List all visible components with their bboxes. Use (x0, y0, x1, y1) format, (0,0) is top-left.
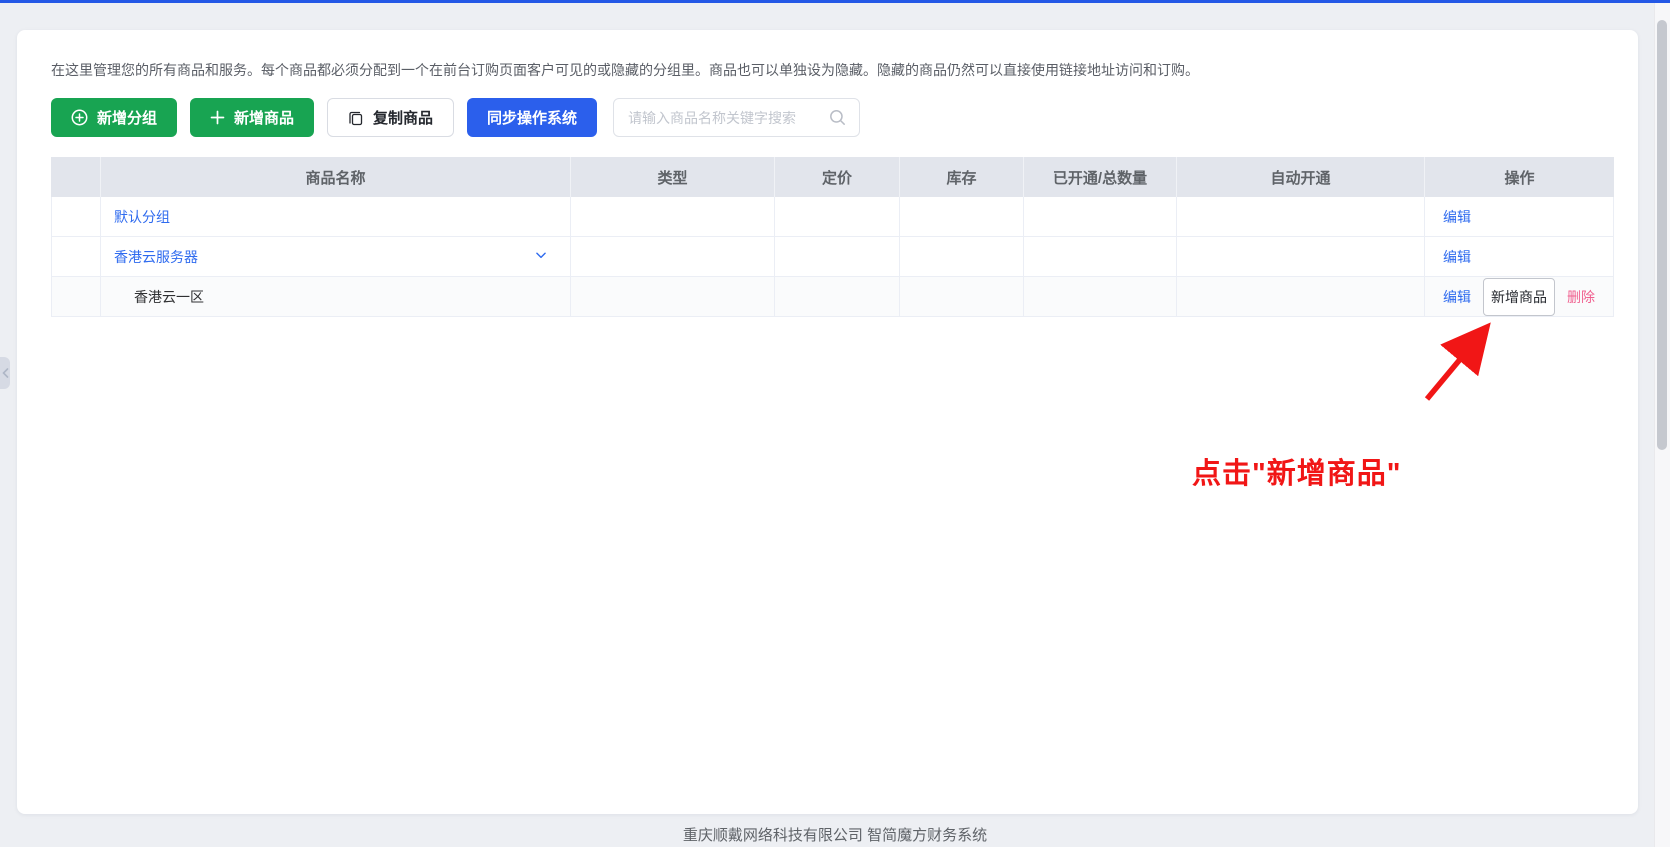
chevron-down-icon[interactable] (534, 248, 548, 265)
edit-link[interactable]: 编辑 (1443, 247, 1471, 267)
header-product-name: 商品名称 (101, 157, 571, 197)
sync-os-label: 同步操作系统 (487, 110, 578, 127)
header-actions: 操作 (1425, 157, 1614, 197)
scrollbar-track[interactable] (1654, 3, 1670, 847)
sync-os-button[interactable]: 同步操作系统 (467, 98, 598, 137)
edit-link[interactable]: 编辑 (1443, 207, 1471, 227)
header-type: 类型 (571, 157, 775, 197)
header-stock: 库存 (900, 157, 1024, 197)
delete-link[interactable]: 删除 (1567, 287, 1595, 307)
search-input[interactable] (613, 98, 861, 137)
add-product-row-link-highlighted[interactable]: 新增商品 (1483, 277, 1555, 316)
edit-link[interactable]: 编辑 (1443, 287, 1471, 307)
add-group-button[interactable]: 新增分组 (51, 98, 178, 137)
table-row-child: 香港云一区 编辑 新增商品 删除 (51, 277, 1614, 317)
sidebar-collapse-handle[interactable] (0, 357, 10, 389)
search-box (613, 98, 861, 137)
header-auto-provision: 自动开通 (1177, 157, 1425, 197)
search-icon[interactable] (829, 109, 846, 131)
copy-product-button[interactable]: 复制商品 (327, 98, 455, 137)
header-select (51, 157, 101, 197)
top-accent-bar (0, 0, 1670, 3)
circle-plus-icon (71, 109, 88, 126)
annotation-text: 点击"新增商品" (1192, 458, 1402, 490)
add-product-label: 新增商品 (234, 110, 295, 127)
subgroup-label-hk-zone1: 香港云一区 (134, 288, 204, 305)
group-link-hk-cloud[interactable]: 香港云服务器 (114, 247, 198, 267)
table-row: 默认分组 编辑 (51, 197, 1614, 237)
table-header-row: 商品名称 类型 定价 库存 已开通/总数量 自动开通 操作 (51, 157, 1614, 197)
scrollbar-thumb[interactable] (1657, 20, 1667, 450)
copy-product-label: 复制商品 (373, 110, 434, 127)
copy-icon (348, 110, 364, 126)
footer-text: 重庆顺戴网络科技有限公司 智简魔方财务系统 (682, 827, 988, 844)
intro-text: 在这里管理您的所有商品和服务。每个商品都必须分配到一个在前台订购页面客户可见的或… (51, 62, 1199, 78)
add-group-label: 新增分组 (97, 110, 158, 127)
add-product-button[interactable]: 新增商品 (190, 98, 315, 137)
chevron-left-icon (1, 368, 8, 378)
products-panel: 在这里管理您的所有商品和服务。每个商品都必须分配到一个在前台订购页面客户可见的或… (17, 30, 1638, 814)
header-price: 定价 (775, 157, 900, 197)
products-table: 商品名称 类型 定价 库存 已开通/总数量 自动开通 操作 默认分组 编辑 香港… (51, 157, 1614, 317)
toolbar: 新增分组 新增商品 复制商品 同步操作系统 (51, 98, 861, 137)
group-link-default[interactable]: 默认分组 (114, 207, 170, 227)
table-row: 香港云服务器 编辑 (51, 237, 1614, 277)
plus-icon (210, 110, 225, 125)
header-opened-total: 已开通/总数量 (1024, 157, 1177, 197)
